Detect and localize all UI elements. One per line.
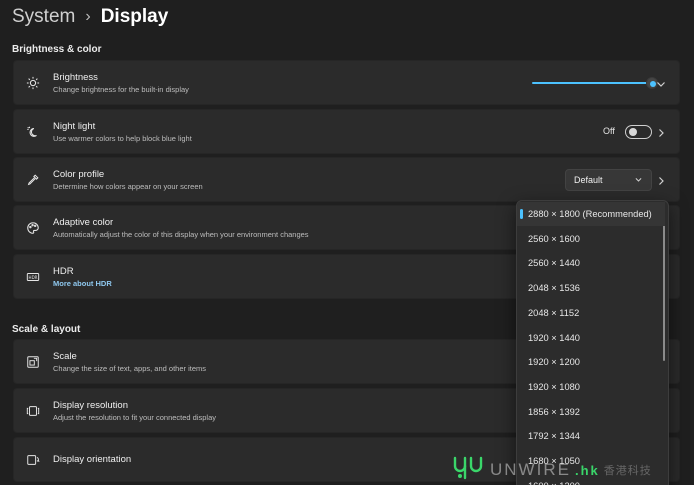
night-light-icon [25, 124, 41, 140]
color-profile-title: Color profile [53, 169, 105, 180]
chevron-down-icon [634, 175, 643, 186]
display-resolution-title: Display resolution [53, 400, 128, 411]
resolution-option[interactable]: 1920 × 1080 [517, 375, 665, 399]
eyedropper-icon [25, 172, 41, 188]
watermark-text: UNWIRE [490, 460, 571, 479]
resolution-option[interactable]: 1920 × 1200 [517, 350, 665, 374]
adaptive-color-desc: Automatically adjust the color of this d… [53, 230, 309, 239]
scale-title: Scale [53, 351, 77, 362]
watermark-domain: .hk [574, 462, 600, 478]
watermark: UNWIRE .hk 香港科技 [452, 455, 652, 485]
sun-icon [25, 75, 41, 91]
night-light-toggle-label: Off [603, 126, 615, 136]
chevron-right-icon[interactable] [655, 126, 667, 138]
color-profile-desc: Determine how colors appear on your scre… [53, 182, 203, 191]
svg-text:HDR: HDR [29, 275, 38, 280]
brightness-slider-track [532, 82, 652, 84]
orientation-icon [25, 452, 41, 468]
hdr-icon: HDR [25, 269, 41, 285]
breadcrumb-system[interactable]: System [12, 6, 75, 28]
resolution-option[interactable]: 1920 × 1440 [517, 326, 665, 350]
resolution-option[interactable]: 2880 × 1800 (Recommended) [517, 202, 665, 226]
brightness-slider[interactable] [532, 77, 658, 89]
color-profile-card[interactable]: Color profile Determine how colors appea… [13, 157, 680, 202]
chevron-right-icon[interactable] [655, 174, 667, 186]
breadcrumb-separator: › [85, 8, 91, 25]
resolution-dropdown[interactable]: 2880 × 1800 (Recommended) 2560 × 1600 2560… [516, 200, 669, 485]
brightness-desc: Change brightness for the built-in displ… [53, 85, 189, 94]
color-profile-select-value: Default [574, 175, 603, 185]
night-light-toggle[interactable] [625, 125, 652, 139]
breadcrumb: System › Display [12, 6, 168, 28]
resolution-option[interactable]: 1856 × 1392 [517, 400, 665, 424]
resolution-option[interactable]: 2048 × 1152 [517, 301, 665, 325]
adaptive-color-title: Adaptive color [53, 217, 114, 228]
color-profile-select[interactable]: Default [565, 169, 652, 191]
chevron-down-icon[interactable] [655, 77, 667, 89]
section-title-brightness-color: Brightness & color [12, 44, 102, 55]
resolution-option[interactable]: 2560 × 1600 [517, 227, 665, 251]
page-title: Display [100, 6, 169, 27]
scale-desc: Change the size of text, apps, and other… [53, 364, 207, 373]
night-light-card[interactable]: Night light Use warmer colors to help bl… [13, 109, 680, 154]
watermark-logo-icon [452, 454, 486, 485]
brightness-card[interactable]: Brightness Change brightness for the bui… [13, 60, 680, 105]
scale-icon [25, 354, 41, 370]
palette-icon [25, 220, 41, 236]
night-light-desc: Use warmer colors to help block blue lig… [53, 134, 192, 143]
night-light-title: Night light [53, 121, 96, 132]
resolution-icon [25, 403, 41, 419]
display-resolution-desc: Adjust the resolution to fit your connec… [53, 413, 217, 422]
more-about-hdr-link[interactable]: More about HDR [53, 278, 112, 289]
brightness-title: Brightness [53, 72, 98, 83]
resolution-option[interactable]: 2048 × 1536 [517, 276, 665, 300]
resolution-option[interactable]: 1792 × 1344 [517, 424, 665, 448]
display-orientation-title: Display orientation [53, 454, 132, 465]
resolution-option[interactable]: 2560 × 1440 [517, 251, 665, 275]
watermark-cn-text: 香港科技 [603, 465, 652, 477]
section-title-scale-layout: Scale & layout [12, 324, 81, 335]
hdr-title: HDR [53, 266, 74, 277]
